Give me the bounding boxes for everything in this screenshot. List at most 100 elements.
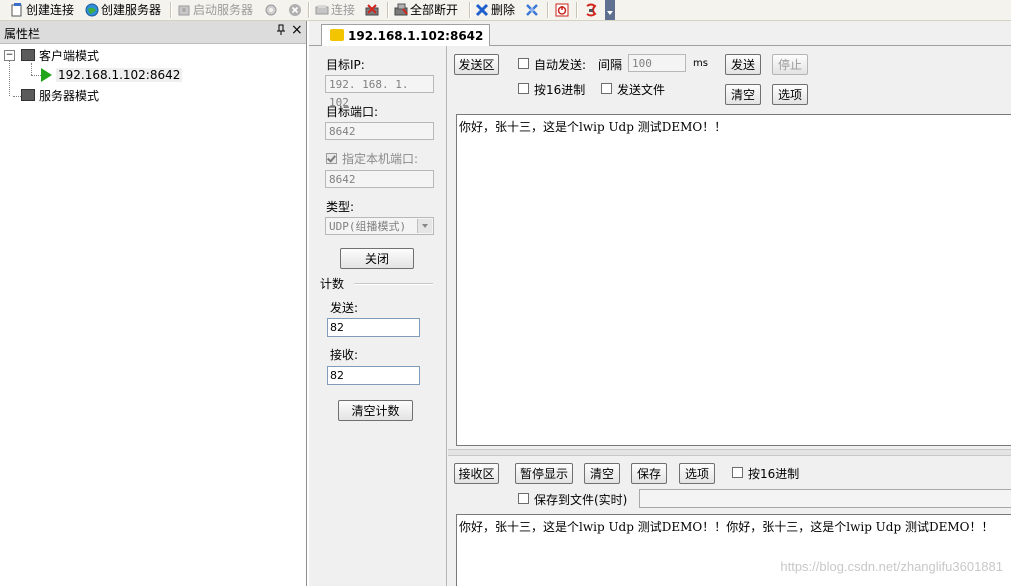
start-server-icon: [177, 3, 191, 17]
server-settings-button[interactable]: [264, 1, 278, 18]
interval-field[interactable]: 100: [628, 54, 686, 72]
toolbar-separator: [387, 2, 389, 18]
stop-server-button[interactable]: [288, 1, 302, 18]
disconnect-button[interactable]: [365, 1, 379, 18]
auto-send-checkbox[interactable]: [518, 58, 529, 69]
save-to-file-label: 保存到文件(实时): [534, 493, 628, 507]
delete-label: 删除: [491, 3, 516, 17]
target-ip-label: 目标IP:: [326, 58, 365, 72]
create-connection-button[interactable]: 创建连接: [10, 1, 74, 18]
save-path-field[interactable]: [639, 489, 1011, 508]
local-port-field[interactable]: 8642: [325, 170, 434, 188]
disconnect-all-icon: [394, 3, 408, 17]
properties-panel-header: 属性栏 ×: [0, 21, 306, 44]
connect-label: 连接: [331, 3, 356, 17]
local-port-checkbox[interactable]: [326, 153, 337, 164]
connect-icon: [315, 3, 329, 17]
send-clear-button[interactable]: 清空: [725, 84, 761, 105]
receive-area-button[interactable]: 接收区: [454, 463, 499, 484]
close-connection-button[interactable]: 关闭: [340, 248, 414, 269]
server-gear-icon: [264, 3, 278, 17]
tree-line: [13, 96, 21, 97]
receive-clear-button[interactable]: 清空: [584, 463, 620, 484]
send-file-checkbox[interactable]: [601, 83, 612, 94]
stop-button[interactable]: 停止: [772, 54, 808, 75]
send-options-button[interactable]: 选项: [772, 84, 808, 105]
tree-line: [31, 63, 32, 75]
tree-node-client-mode[interactable]: 客户端模式: [21, 46, 99, 64]
send-count-label: 发送:: [330, 301, 359, 315]
interval-unit: ms: [693, 58, 708, 69]
create-server-button[interactable]: 创建服务器: [85, 1, 161, 18]
send-textarea[interactable]: 你好，张十三，这是个lwip Udp 测试DEMO！！: [456, 114, 1011, 446]
group-divider: [354, 283, 433, 285]
create-connection-label: 创建连接: [26, 3, 75, 17]
connect-button[interactable]: 连接: [315, 1, 355, 18]
auto-send-label: 自动发送:: [534, 58, 587, 72]
receive-hex-checkbox[interactable]: [732, 467, 743, 478]
recv-count-field[interactable]: 82: [327, 366, 420, 385]
toolbar-separator: [576, 2, 578, 18]
interval-label: 间隔: [598, 58, 623, 72]
target-port-label: 目标端口:: [326, 105, 379, 119]
type-select[interactable]: UDP(组播模式): [325, 217, 434, 235]
send-button[interactable]: 发送: [725, 54, 761, 75]
pin-icon[interactable]: [276, 24, 286, 39]
receive-options-button[interactable]: 选项: [679, 463, 715, 484]
type-label: 类型:: [326, 200, 355, 214]
new-connection-icon: [10, 2, 24, 17]
send-hex-checkbox[interactable]: [518, 83, 529, 94]
save-button[interactable]: 保存: [631, 463, 667, 484]
toolbar-separator: [547, 2, 549, 18]
receive-hex-label: 按16进制: [748, 467, 800, 481]
tree-node-server-mode[interactable]: 服务器模式: [21, 86, 99, 104]
tab-label: 192.168.1.102:8642: [348, 28, 484, 43]
properties-panel: 属性栏 × − 客户端模式 192.168.1.102:8642 服务器模式: [0, 21, 307, 586]
receive-textarea[interactable]: 你好，张十三，这是个lwip Udp 测试DEMO！！你好，张十三，这是个lwi…: [456, 514, 1011, 586]
properties-panel-title: 属性栏: [4, 27, 41, 41]
toolbar-overflow-button[interactable]: [605, 0, 615, 20]
exit-button[interactable]: [584, 1, 598, 18]
send-area-button[interactable]: 发送区: [454, 54, 499, 75]
connection-workspace: 192.168.1.102:8642 目标IP: 192. 168. 1. 10…: [309, 21, 1011, 586]
counter-group-label: 计数: [320, 277, 345, 291]
toolbar-separator: [308, 2, 310, 18]
monitor-icon: [21, 89, 35, 101]
tree-line: [9, 59, 10, 96]
tree-node-label: 客户端模式: [39, 48, 100, 63]
chevron-down-icon: [417, 219, 432, 233]
tree-line: [31, 75, 41, 76]
start-server-button[interactable]: 启动服务器: [177, 1, 253, 18]
send-count-field[interactable]: 82: [327, 318, 420, 337]
delete-button[interactable]: 删除: [475, 1, 515, 18]
exit-icon: [584, 3, 598, 17]
save-to-file-checkbox[interactable]: [518, 493, 529, 504]
play-icon: [41, 68, 52, 82]
create-server-label: 创建服务器: [101, 3, 162, 17]
disconnect-icon: [365, 3, 379, 17]
monitor-icon: [21, 49, 35, 61]
target-ip-field[interactable]: 192. 168. 1. 102: [325, 75, 434, 109]
delete-all-icon: [525, 3, 539, 17]
watermark-text: https://blog.csdn.net/zhanglifu3601881: [780, 559, 1003, 574]
connection-status-icon: [330, 29, 344, 41]
send-file-label: 发送文件: [617, 83, 666, 97]
pause-display-button[interactable]: 暂停显示: [515, 463, 573, 484]
tree-node-label: 服务器模式: [39, 88, 100, 103]
toolbar-separator: [469, 2, 471, 18]
panel-splitter[interactable]: [448, 449, 1011, 456]
delete-all-button[interactable]: [525, 1, 539, 18]
target-port-field[interactable]: 8642: [325, 122, 434, 140]
local-port-label: 指定本机端口:: [342, 152, 419, 166]
disconnect-all-button[interactable]: 全部断开: [394, 1, 458, 18]
connection-settings: 目标IP: 192. 168. 1. 102 目标端口: 8642 指定本机端口…: [309, 46, 447, 586]
close-panel-icon[interactable]: ×: [291, 22, 303, 38]
tab-strip: 192.168.1.102:8642: [309, 21, 1011, 46]
power-button[interactable]: [555, 1, 569, 18]
tree-node-connection[interactable]: 192.168.1.102:8642: [41, 66, 183, 84]
start-server-label: 启动服务器: [193, 3, 254, 17]
clear-count-button[interactable]: 清空计数: [338, 400, 413, 421]
collapse-toggle[interactable]: −: [4, 50, 15, 61]
globe-server-icon: [85, 3, 99, 17]
tab-connection[interactable]: 192.168.1.102:8642: [321, 24, 491, 46]
